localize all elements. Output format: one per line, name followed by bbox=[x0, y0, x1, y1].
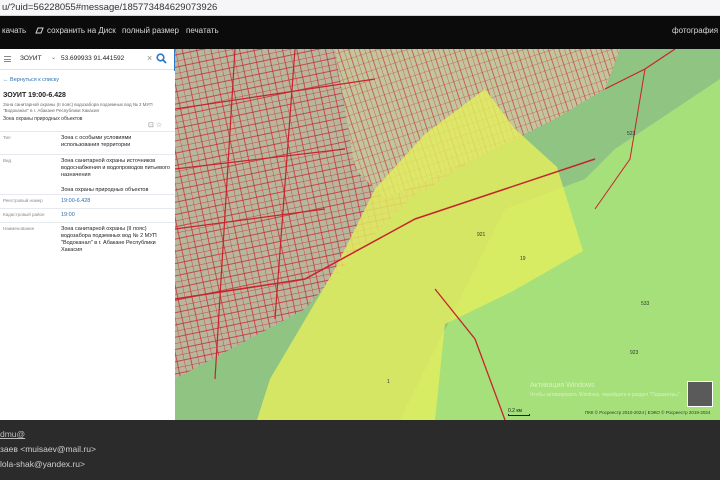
parcel-label: 19 bbox=[520, 256, 526, 262]
parcel-label: 921 bbox=[477, 232, 486, 238]
parcel-label: 1 bbox=[387, 379, 390, 385]
attribute-row-registry-number: Реестровый номер 19:00-6.428 bbox=[0, 194, 175, 208]
chevron-down-icon[interactable]: ⌄ bbox=[51, 54, 56, 61]
hamburger-menu-icon[interactable] bbox=[4, 56, 11, 62]
parcel-label: 523 bbox=[627, 131, 636, 137]
attribute-row-name: Наименование Зона санитарной охраны (II … bbox=[0, 222, 175, 262]
search-icon[interactable] bbox=[156, 53, 167, 64]
scale-bar bbox=[508, 414, 530, 416]
attribute-label: Тип bbox=[3, 135, 11, 140]
attribute-label: Реестровый номер bbox=[3, 198, 43, 203]
email-recipients: dmu@ заев <muisaev@mail.ru> lola-shak@ya… bbox=[0, 420, 720, 480]
attribute-label: Кадастровый район bbox=[3, 212, 45, 217]
attribute-label: Вид bbox=[3, 158, 12, 163]
browser-address-bar[interactable]: u/?uid=56228055#message/1857734846290739… bbox=[0, 0, 720, 16]
search-input[interactable]: 53.699933 91.441592 bbox=[61, 55, 124, 62]
object-info-panel: ЗОУИТ ⌄ 53.699933 91.441592 × ← Вернутьс… bbox=[0, 49, 175, 420]
cadastral-map[interactable]: 523 533 1 921 923 19 Активация Windows Ч… bbox=[175, 49, 720, 420]
print-button[interactable]: печатать bbox=[186, 26, 219, 35]
download-button[interactable]: качать bbox=[2, 26, 26, 35]
attribute-value-secondary: Зона охраны природных объектов bbox=[61, 187, 149, 193]
basemap-switcher[interactable] bbox=[687, 381, 713, 407]
attribute-value: Зона с особыми условиями использования т… bbox=[61, 135, 132, 148]
object-subtitle: Зона санитарной охраны (II пояс) водозаб… bbox=[3, 102, 153, 113]
attribute-value: Зона санитарной охраны (II пояс) водозаб… bbox=[61, 226, 157, 253]
cloud-disk-icon bbox=[35, 27, 44, 34]
save-to-disk-button[interactable]: сохранить на Диск bbox=[47, 26, 116, 35]
map-canvas[interactable]: 523 533 1 921 923 19 bbox=[175, 49, 720, 420]
clear-icon[interactable]: × bbox=[147, 53, 152, 63]
attribute-row-type: Тип Зона с особыми условиями использован… bbox=[0, 131, 175, 154]
screenshot-root: u/?uid=56228055#message/1857734846290739… bbox=[0, 0, 720, 480]
photo-counter: фотография 1 bbox=[672, 26, 720, 35]
recipient-link[interactable]: dmu@ bbox=[0, 429, 25, 439]
registry-number-link[interactable]: 19:00-6.428 bbox=[61, 198, 171, 205]
attribute-label: Наименование bbox=[3, 226, 35, 231]
zoom-to-object-icon[interactable]: ⊡ ☆ bbox=[148, 121, 162, 129]
search-bar: ЗОУИТ ⌄ 53.699933 91.441592 × bbox=[0, 49, 175, 70]
object-category: Зона охраны природных объектов bbox=[3, 116, 83, 122]
attribute-row-kind: Вид Зона санитарной охраны источников во… bbox=[0, 154, 175, 194]
back-to-list-link[interactable]: ← Вернуться к списку bbox=[3, 77, 59, 83]
recipient-address[interactable]: заев <muisaev@mail.ru> bbox=[0, 444, 96, 454]
map-attribution: ПКК © Росреестр 2010-2024 | ЕЭКО © Росре… bbox=[585, 410, 711, 415]
address-url[interactable]: u/?uid=56228055#message/1857734846290739… bbox=[2, 2, 217, 13]
activation-watermark: Активация Windows bbox=[530, 382, 595, 389]
cadastral-district-link[interactable]: 19:00 bbox=[61, 212, 171, 219]
layer-select[interactable]: ЗОУИТ bbox=[20, 55, 42, 62]
full-size-button[interactable]: полный размер bbox=[122, 26, 179, 35]
parcel-label: 533 bbox=[641, 301, 650, 307]
attribute-value: Зона санитарной охраны источников водосн… bbox=[61, 158, 170, 178]
object-title: ЗОУИТ 19:00-6.428 bbox=[3, 92, 66, 99]
parcel-label: 923 bbox=[630, 350, 639, 356]
attribute-row-cadastral-district: Кадастровый район 19:00 bbox=[0, 208, 175, 222]
recipient-address[interactable]: lola-shak@yandex.ru> bbox=[0, 459, 85, 469]
activation-watermark-hint: Чтобы активировать Windows, перейдите в … bbox=[530, 392, 682, 398]
